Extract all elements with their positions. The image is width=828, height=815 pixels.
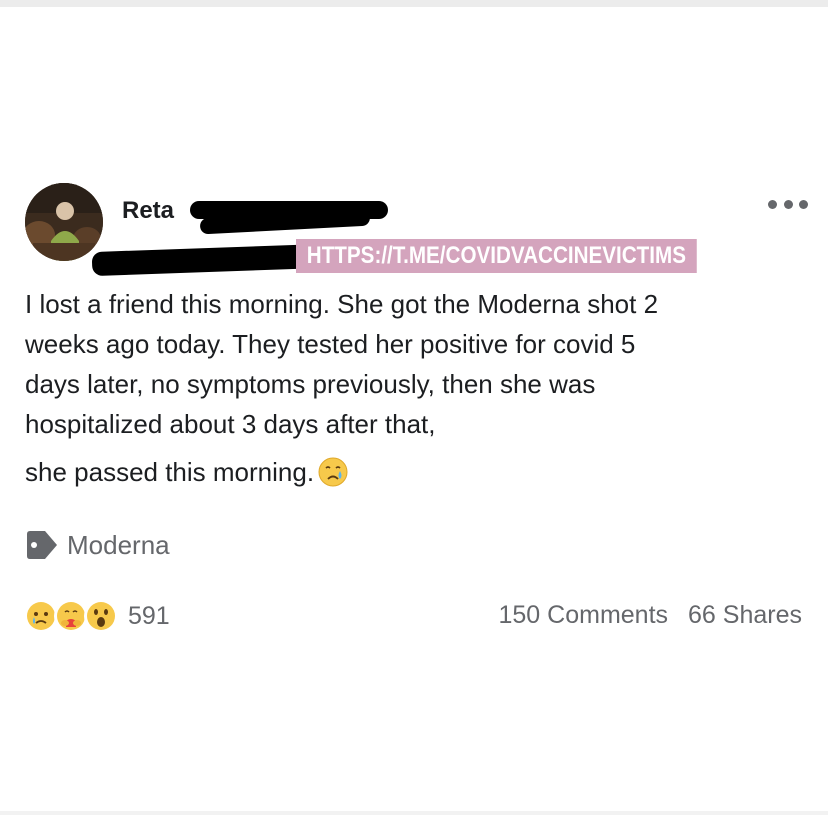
shares-count-link[interactable]: 66 Shares xyxy=(688,601,802,630)
engagement-stats: 150 Comments 66 Shares xyxy=(499,601,803,630)
wow-reaction-icon xyxy=(84,599,118,633)
reactions-summary[interactable]: 591 xyxy=(24,599,170,633)
post-text: I lost a friend this morning. She got th… xyxy=(25,284,815,492)
author-name[interactable]: Reta xyxy=(122,197,174,225)
comments-count-link[interactable]: 150 Comments xyxy=(499,601,669,630)
avatar-photo xyxy=(25,183,103,261)
crying-face-emoji-icon xyxy=(318,457,348,487)
watermark-url: HTTPS://T.ME/COVIDVACCINEVICTIMS xyxy=(296,239,697,273)
care-reaction-icon xyxy=(54,599,88,633)
post-text-line: I lost a friend this morning. She got th… xyxy=(25,289,659,319)
post-text-line-last: she passed this morning. xyxy=(25,452,815,492)
tag-label: Moderna xyxy=(67,529,170,560)
watermark-text: HTTPS://T.ME/COVIDVACCINEVICTIMS xyxy=(306,242,686,269)
bottom-border xyxy=(0,811,828,815)
reaction-count: 591 xyxy=(128,601,170,630)
avatar[interactable] xyxy=(25,183,103,261)
post-text-line: weeks ago today. They tested her positiv… xyxy=(25,329,636,359)
more-options-icon[interactable] xyxy=(768,196,808,212)
tag-icon xyxy=(27,531,57,559)
post-text-last: she passed this morning. xyxy=(25,457,315,487)
post-text-line: hospitalized about 3 days after that, xyxy=(25,409,436,439)
top-border xyxy=(0,0,828,7)
post-tag[interactable]: Moderna xyxy=(25,528,170,562)
sad-reaction-icon xyxy=(24,599,58,633)
post-text-line: days later, no symptoms previously, then… xyxy=(25,369,596,399)
